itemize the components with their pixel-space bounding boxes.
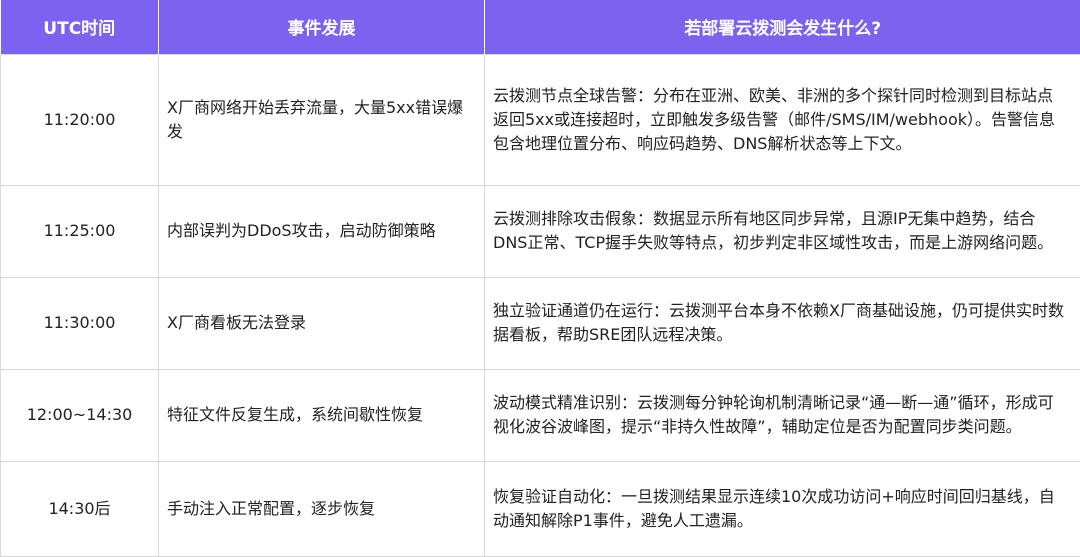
table-row: 11:25:00 内部误判为DDoS攻击，启动防御策略 云拨测排除攻击假象：数据… bbox=[1, 185, 1080, 277]
header-utc-time: UTC时间 bbox=[1, 0, 159, 54]
cell-cloud-probe: 独立验证通道仍在运行：云拨测平台本身不依赖X厂商基础设施，仍可提供实时数据看板，… bbox=[485, 277, 1080, 369]
cell-cloud-probe: 恢复验证自动化：一旦拨测结果显示连续10次成功访问+响应时间回归基线，自动通知解… bbox=[485, 461, 1080, 556]
table-body: 11:20:00 X厂商网络开始丢弃流量，大量5xx错误爆发 云拨测节点全球告警… bbox=[1, 54, 1080, 556]
table-row: 12:00~14:30 特征文件反复生成，系统间歇性恢复 波动模式精准识别：云拨… bbox=[1, 369, 1080, 461]
cell-event: 手动注入正常配置，逐步恢复 bbox=[159, 461, 485, 556]
table-row: 11:30:00 X厂商看板无法登录 独立验证通道仍在运行：云拨测平台本身不依赖… bbox=[1, 277, 1080, 369]
cell-time: 12:00~14:30 bbox=[1, 369, 159, 461]
cell-event: X厂商看板无法登录 bbox=[159, 277, 485, 369]
table-row: 14:30后 手动注入正常配置，逐步恢复 恢复验证自动化：一旦拨测结果显示连续1… bbox=[1, 461, 1080, 556]
cell-event: 特征文件反复生成，系统间歇性恢复 bbox=[159, 369, 485, 461]
table-header: UTC时间 事件发展 若部署云拨测会发生什么? bbox=[1, 0, 1080, 54]
cell-time: 11:30:00 bbox=[1, 277, 159, 369]
incident-timeline-table: UTC时间 事件发展 若部署云拨测会发生什么? 11:20:00 X厂商网络开始… bbox=[0, 0, 1080, 557]
cell-cloud-probe: 云拨测节点全球告警：分布在亚洲、欧美、非洲的多个探针同时检测到目标站点返回5xx… bbox=[485, 54, 1080, 185]
cell-time: 11:20:00 bbox=[1, 54, 159, 185]
cell-event: 内部误判为DDoS攻击，启动防御策略 bbox=[159, 185, 485, 277]
header-event-progress: 事件发展 bbox=[159, 0, 485, 54]
cell-time: 14:30后 bbox=[1, 461, 159, 556]
header-cloud-probe-outcome: 若部署云拨测会发生什么? bbox=[485, 0, 1080, 54]
cell-cloud-probe: 云拨测排除攻击假象：数据显示所有地区同步异常，且源IP无集中趋势，结合DNS正常… bbox=[485, 185, 1080, 277]
cell-event: X厂商网络开始丢弃流量，大量5xx错误爆发 bbox=[159, 54, 485, 185]
table-row: 11:20:00 X厂商网络开始丢弃流量，大量5xx错误爆发 云拨测节点全球告警… bbox=[1, 54, 1080, 185]
cell-cloud-probe: 波动模式精准识别：云拨测每分钟轮询机制清晰记录“通—断—通”循环，形成可视化波谷… bbox=[485, 369, 1080, 461]
cell-time: 11:25:00 bbox=[1, 185, 159, 277]
